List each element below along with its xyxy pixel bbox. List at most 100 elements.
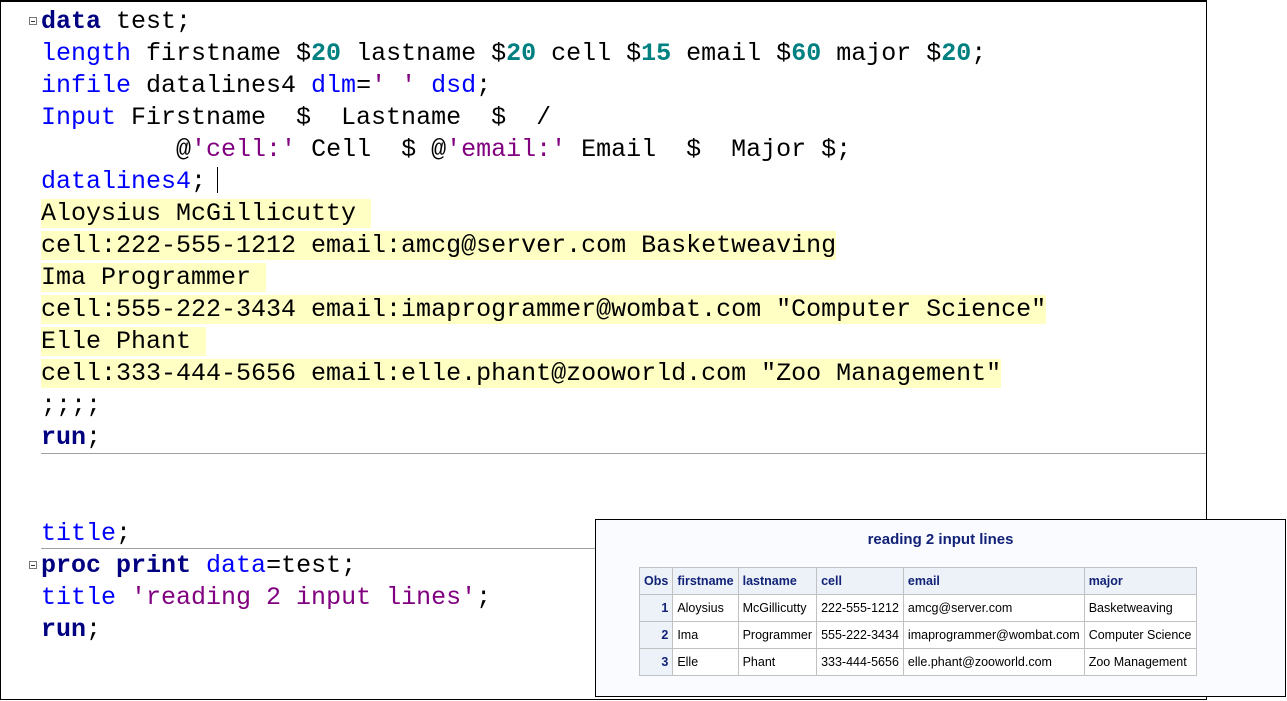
column-header: email	[902, 567, 1085, 595]
code-token: 'email:'	[446, 135, 567, 164]
code-token: test;	[101, 7, 192, 36]
code-token: title	[41, 519, 117, 548]
code-token: ;	[971, 39, 987, 68]
datalines-line: cell:222-555-1212 email:amcg@server.com …	[41, 230, 837, 262]
code-token: ;	[476, 583, 492, 612]
obs-cell: 1	[638, 594, 674, 622]
code-token: 20	[506, 39, 537, 68]
code-token: 60	[791, 39, 822, 68]
datalines-text: Aloysius McGillicutty	[41, 199, 372, 228]
code-token: major $	[821, 39, 942, 68]
code-line: title 'reading 2 input lines';	[41, 582, 491, 614]
table-cell: 333-444-5656	[816, 648, 904, 676]
column-header: cell	[816, 567, 904, 595]
datalines-text: cell:555-222-3434 email:imaprogrammer@wo…	[41, 295, 1047, 324]
code-line: proc print data=test;	[41, 550, 356, 582]
column-header: lastname	[737, 567, 818, 595]
code-token: 15	[641, 39, 672, 68]
code-token: Cell $ @	[296, 135, 447, 164]
column-header: major	[1083, 567, 1197, 595]
code-line: infile datalines4 dlm=' ' dsd;	[41, 70, 491, 102]
code-token: ;	[86, 423, 102, 452]
table-header-row: Obs firstname lastname cell email major	[638, 567, 1197, 595]
output-title: reading 2 input lines	[867, 531, 1014, 548]
obs-cell: 2	[638, 621, 674, 649]
table-cell: Ima	[672, 621, 739, 649]
datalines-line: cell:555-222-3434 email:imaprogrammer@wo…	[41, 294, 1047, 326]
code-token: ;	[191, 167, 207, 196]
code-line: data test;	[41, 6, 191, 38]
column-header: firstname	[672, 567, 739, 595]
code-token: 'reading 2 input lines'	[131, 583, 477, 612]
text-cursor	[217, 167, 218, 193]
code-line: Input Firstname $ Lastname $ /	[41, 102, 551, 134]
code-token: data	[206, 551, 267, 580]
code-line: datalines4;	[41, 166, 206, 198]
code-token: @	[41, 135, 192, 164]
code-token: infile	[41, 71, 132, 100]
code-token: =	[356, 71, 372, 100]
datalines-text: cell:222-555-1212 email:amcg@server.com …	[41, 231, 837, 260]
table-cell: Basketweaving	[1083, 594, 1197, 622]
code-token: ;;;;	[41, 391, 102, 420]
code-token: datalines4	[41, 167, 192, 196]
code-token: Email $ Major $;	[566, 135, 852, 164]
table-cell: Programmer	[737, 621, 818, 649]
code-token: 'cell:'	[191, 135, 297, 164]
table-row: 3 Elle Phant 333-444-5656 elle.phant@zooworl…	[638, 648, 1197, 676]
code-token: 20	[941, 39, 972, 68]
code-token: Firstname $ Lastname $ /	[116, 103, 552, 132]
code-token: run	[41, 615, 87, 644]
table-cell: McGillicutty	[737, 594, 818, 622]
code-token: ;	[86, 615, 102, 644]
table-cell: imaprogrammer@wombat.com	[902, 621, 1085, 649]
datalines-line: Aloysius McGillicutty	[41, 198, 372, 230]
datalines-text: Elle Phant	[41, 327, 207, 356]
results-viewer: reading 2 input lines Obs firstname lastna…	[595, 519, 1286, 697]
code-token: 20	[311, 39, 342, 68]
code-token: Input	[41, 103, 117, 132]
code-line: run;	[41, 614, 101, 646]
code-token: lastname $	[341, 39, 507, 68]
code-token: =test;	[266, 551, 357, 580]
code-line: run;	[41, 422, 101, 454]
table-cell: Computer Science	[1083, 621, 1197, 649]
code-line: length firstname $20 lastname $20 cell $…	[41, 38, 986, 70]
table-row: 1 Aloysius McGillicutty 222-555-1212 amcg@se…	[638, 594, 1197, 622]
datalines-text: Ima Programmer	[41, 263, 267, 292]
code-line: @'cell:' Cell $ @'email:' Email $ Major …	[41, 134, 851, 166]
code-token: firstname $	[131, 39, 312, 68]
table-cell: Aloysius	[672, 594, 739, 622]
table-cell: Zoo Management	[1083, 648, 1197, 676]
code-token: ;	[116, 519, 132, 548]
code-token: cell $	[536, 39, 642, 68]
code-token: data	[41, 7, 102, 36]
code-token: ;	[476, 71, 492, 100]
table-cell: Phant	[737, 648, 818, 676]
code-token: email $	[671, 39, 792, 68]
table-cell: elle.phant@zooworld.com	[902, 648, 1085, 676]
datalines-line: cell:333-444-5656 email:elle.phant@zoowo…	[41, 358, 1002, 390]
code-token: dlm	[311, 71, 357, 100]
table-cell: 555-222-3434	[816, 621, 904, 649]
column-header: Obs	[638, 567, 674, 595]
results-table: Obs firstname lastname cell email major 1 Aloy…	[638, 567, 1197, 676]
datalines-line: Elle Phant	[41, 326, 207, 358]
code-token: length	[41, 39, 132, 68]
fold-toggle-icon[interactable]	[29, 561, 37, 569]
datalines-text: cell:333-444-5656 email:elle.phant@zoowo…	[41, 359, 1002, 388]
fold-toggle-icon[interactable]	[29, 17, 37, 25]
code-token: dsd	[431, 71, 477, 100]
table-cell: Elle	[672, 648, 739, 676]
code-token: proc print	[41, 551, 192, 580]
code-line: ;;;;	[41, 390, 101, 422]
step-divider	[41, 453, 1206, 454]
code-token: run	[41, 423, 87, 452]
table-cell: 222-555-1212	[816, 594, 904, 622]
code-token: ' '	[371, 71, 417, 100]
table-row: 2 Ima Programmer 555-222-3434 imaprogrammer@…	[638, 621, 1197, 649]
table-cell: amcg@server.com	[902, 594, 1085, 622]
